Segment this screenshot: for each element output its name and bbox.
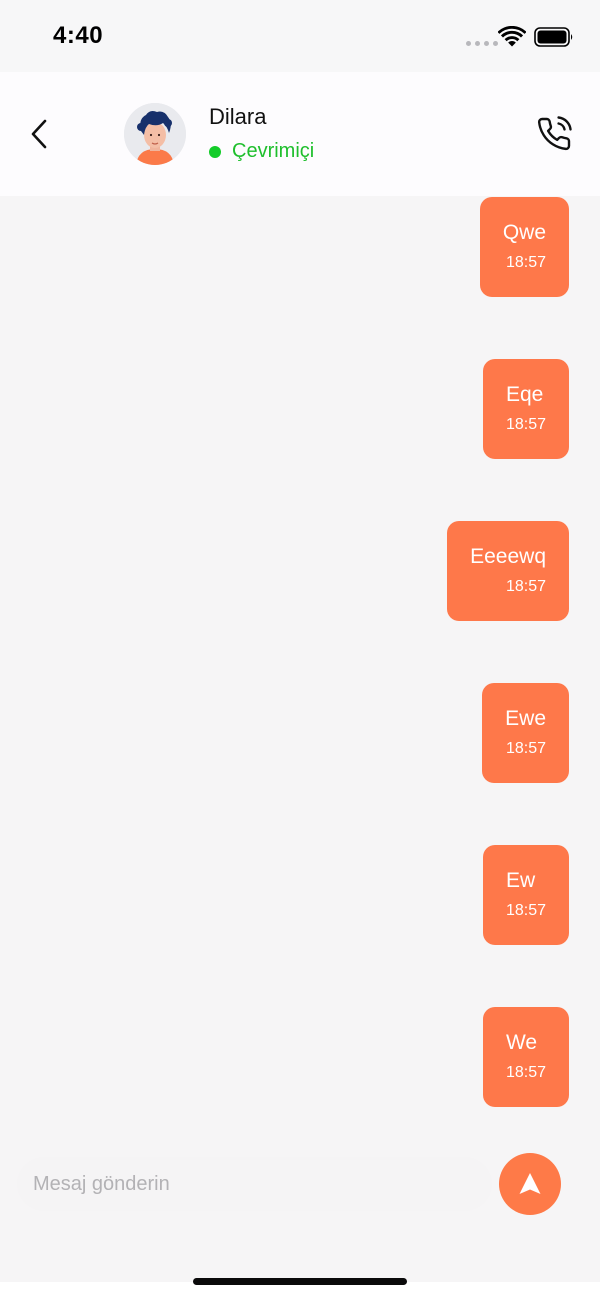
message-list[interactable]: Qwe 18:57 Eqe 18:57 Eeeewq 18:57 Ewe 18:…: [0, 196, 600, 1136]
person-avatar-icon: [124, 103, 186, 165]
online-dot-icon: [209, 145, 221, 158]
presence-status: Çevrimiçi: [209, 140, 314, 163]
message-text: Eqe: [505, 383, 544, 406]
chat-header: Dilara Çevrimiçi: [0, 72, 600, 196]
message-time: 18:57: [505, 902, 546, 919]
message-bubble[interactable]: Eqe 18:57: [482, 359, 569, 459]
message-time: 18:57: [505, 416, 546, 433]
cellular-signal-icon: [466, 41, 498, 46]
phone-call-icon: [537, 116, 572, 151]
home-indicator[interactable]: [193, 1278, 407, 1285]
message-bubble[interactable]: We 18:57: [482, 1007, 569, 1107]
avatar[interactable]: [124, 103, 186, 165]
message-text: We: [505, 1031, 538, 1054]
message-bubble[interactable]: Eeeewq 18:57: [447, 521, 569, 621]
wifi-icon: [498, 26, 526, 47]
presence-label: Çevrimiçi: [232, 140, 315, 162]
send-button[interactable]: [499, 1153, 561, 1215]
message-input[interactable]: [17, 1157, 492, 1211]
status-time: 4:40: [53, 22, 104, 49]
message-text: Qwe: [502, 221, 546, 244]
message-time: 18:57: [505, 740, 546, 757]
message-time: 18:57: [505, 578, 546, 595]
message-bubble[interactable]: Ewe 18:57: [482, 683, 569, 783]
battery-icon: [534, 27, 573, 47]
call-button[interactable]: [536, 116, 572, 152]
message-bubble[interactable]: Qwe 18:57: [479, 197, 569, 297]
message-bubble[interactable]: Ew 18:57: [482, 845, 569, 945]
status-bar: 4:40: [0, 0, 600, 72]
message-text: Ew: [505, 869, 536, 892]
message-time: 18:57: [505, 1064, 546, 1081]
message-text: Ewe: [505, 707, 546, 730]
message-time: 18:57: [505, 254, 546, 271]
send-icon: [519, 1173, 541, 1194]
chevron-left-icon: [31, 119, 47, 149]
message-text: Eeeewq: [470, 545, 546, 568]
back-button[interactable]: [22, 114, 56, 154]
contact-name: Dilara: [209, 104, 267, 129]
